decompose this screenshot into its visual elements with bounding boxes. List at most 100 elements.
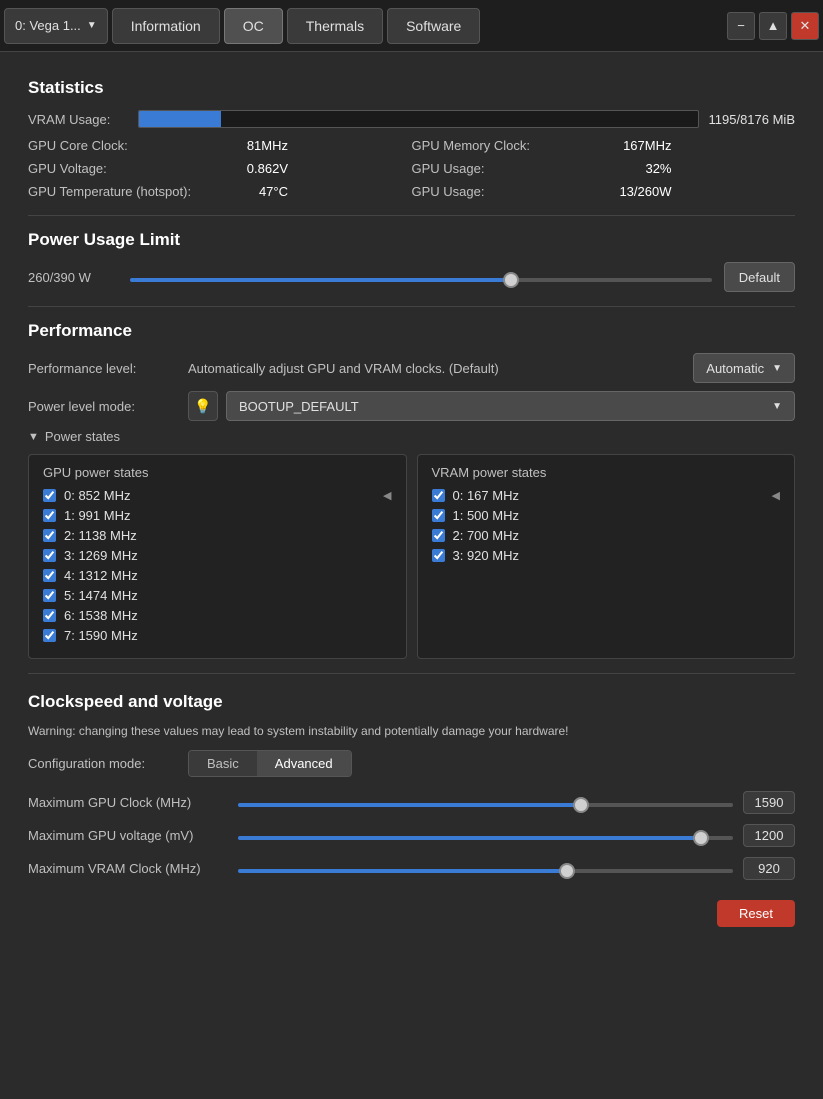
- max-gpu-voltage-slider[interactable]: [238, 836, 733, 840]
- power-slider[interactable]: [130, 278, 712, 282]
- vps3-checkbox[interactable]: [432, 549, 445, 562]
- power-mode-chevron: ▼: [772, 401, 782, 412]
- ps1-label: 1: 991 MHz: [64, 508, 130, 523]
- gpu-voltage-label: GPU Voltage:: [28, 161, 208, 176]
- perf-level-dropdown[interactable]: Automatic ▼: [693, 353, 795, 383]
- power-states-section: ▼ Power states GPU power states 0: 852 M…: [28, 429, 795, 659]
- power-mode-value: BOOTUP_DEFAULT: [239, 399, 359, 414]
- ps3-checkbox[interactable]: [43, 549, 56, 562]
- gpu-label: 0: Vega 1...: [15, 18, 81, 33]
- max-gpu-voltage-row: Maximum GPU voltage (mV) 1200: [28, 824, 795, 847]
- ps4-checkbox[interactable]: [43, 569, 56, 582]
- list-item: 1: 991 MHz: [43, 508, 392, 523]
- vps1-checkbox[interactable]: [432, 509, 445, 522]
- ps5-checkbox[interactable]: [43, 589, 56, 602]
- perf-level-value: Automatic: [706, 361, 764, 376]
- list-item: 0: 852 MHz ◀: [43, 488, 392, 503]
- performance-title: Performance: [28, 321, 795, 341]
- power-mode-row: Power level mode: 💡 BOOTUP_DEFAULT ▼: [28, 391, 795, 421]
- list-item: 3: 1269 MHz: [43, 548, 392, 563]
- list-item: 0: 167 MHz ◀: [432, 488, 781, 503]
- ps5-label: 5: 1474 MHz: [64, 588, 138, 603]
- main-content: Statistics VRAM Usage: 1195/8176 MiB GPU…: [0, 52, 823, 955]
- power-mode-dropdown[interactable]: BOOTUP_DEFAULT ▼: [226, 391, 795, 421]
- gpu-temp-label: GPU Temperature (hotspot):: [28, 184, 208, 199]
- ps0-checkbox[interactable]: [43, 489, 56, 502]
- ps1-checkbox[interactable]: [43, 509, 56, 522]
- max-gpu-clock-row: Maximum GPU Clock (MHz) 1590: [28, 791, 795, 814]
- gpu-temp-value: 47°C: [208, 184, 288, 199]
- advanced-mode-button[interactable]: Advanced: [257, 751, 351, 776]
- power-limit-title: Power Usage Limit: [28, 230, 795, 250]
- vps0-arrow: ◀: [772, 489, 780, 502]
- vram-power-states-box: VRAM power states 0: 167 MHz ◀ 1: 500 MH…: [417, 454, 796, 659]
- tab-thermals[interactable]: Thermals: [287, 8, 383, 44]
- vps2-checkbox[interactable]: [432, 529, 445, 542]
- ps6-checkbox[interactable]: [43, 609, 56, 622]
- max-gpu-clock-slider[interactable]: [238, 803, 733, 807]
- ps2-label: 2: 1138 MHz: [64, 528, 137, 543]
- vram-value: 1195/8176 MiB: [709, 112, 796, 127]
- ps7-checkbox[interactable]: [43, 629, 56, 642]
- gpu-voltage-row: GPU Voltage: 0.862V: [28, 159, 412, 178]
- gpu-selector[interactable]: 0: Vega 1... ▼: [4, 8, 108, 44]
- gpu-temp-row: GPU Temperature (hotspot): 47°C: [28, 182, 412, 201]
- perf-level-chevron: ▼: [772, 363, 782, 374]
- list-item: 3: 920 MHz: [432, 548, 781, 563]
- list-item: 6: 1538 MHz: [43, 608, 392, 623]
- maximize-button[interactable]: ▲: [759, 12, 787, 40]
- config-mode-row: Configuration mode: Basic Advanced: [28, 750, 795, 777]
- list-item: 7: 1590 MHz: [43, 628, 392, 643]
- power-mode-info-button[interactable]: 💡: [188, 391, 218, 421]
- gpu-core-clock-row: GPU Core Clock: 81MHz: [28, 136, 412, 155]
- statistics-title: Statistics: [28, 78, 795, 98]
- gpu-core-clock-value: 81MHz: [208, 138, 288, 153]
- ps3-label: 3: 1269 MHz: [64, 548, 138, 563]
- list-item: 4: 1312 MHz: [43, 568, 392, 583]
- list-item: 5: 1474 MHz: [43, 588, 392, 603]
- vps0-label: 0: 167 MHz: [453, 488, 519, 503]
- close-button[interactable]: ✕: [791, 12, 819, 40]
- max-vram-clock-slider[interactable]: [238, 869, 733, 873]
- power-limit-section: Power Usage Limit 260/390 W Default: [28, 230, 795, 292]
- ps2-checkbox[interactable]: [43, 529, 56, 542]
- tab-information[interactable]: Information: [112, 8, 220, 44]
- power-slider-label: 260/390 W: [28, 270, 118, 285]
- max-vram-clock-row: Maximum VRAM Clock (MHz) 920: [28, 857, 795, 880]
- gpu-dropdown-chevron: ▼: [87, 20, 97, 31]
- gpu-memory-clock-row: GPU Memory Clock: 167MHz: [412, 136, 796, 155]
- max-gpu-voltage-value: 1200: [743, 824, 795, 847]
- list-item: 2: 1138 MHz: [43, 528, 392, 543]
- vram-power-states-title: VRAM power states: [432, 465, 781, 480]
- vps0-checkbox[interactable]: [432, 489, 445, 502]
- list-item: 1: 500 MHz: [432, 508, 781, 523]
- statistics-section: Statistics VRAM Usage: 1195/8176 MiB GPU…: [28, 78, 795, 201]
- window-controls: − ▲ ✕: [727, 12, 819, 40]
- ps6-label: 6: 1538 MHz: [64, 608, 138, 623]
- gpu-memory-clock-value: 167MHz: [592, 138, 672, 153]
- gpu-usage2-row: GPU Usage: 13/260W: [412, 182, 796, 201]
- power-states-header[interactable]: ▼ Power states: [28, 429, 795, 444]
- perf-level-desc: Automatically adjust GPU and VRAM clocks…: [188, 361, 693, 376]
- perf-level-label: Performance level:: [28, 361, 188, 376]
- vram-bar-fill: [139, 111, 221, 127]
- default-button[interactable]: Default: [724, 262, 795, 292]
- reset-button[interactable]: Reset: [717, 900, 795, 927]
- gpu-usage1-value: 32%: [592, 161, 672, 176]
- max-gpu-voltage-label: Maximum GPU voltage (mV): [28, 828, 228, 843]
- vram-usage-row: VRAM Usage: 1195/8176 MiB: [28, 110, 795, 128]
- basic-mode-button[interactable]: Basic: [189, 751, 257, 776]
- tab-oc[interactable]: OC: [224, 8, 283, 44]
- minimize-button[interactable]: −: [727, 12, 755, 40]
- tab-software[interactable]: Software: [387, 8, 480, 44]
- vps2-label: 2: 700 MHz: [453, 528, 519, 543]
- gpu-usage1-label: GPU Usage:: [412, 161, 592, 176]
- vps3-label: 3: 920 MHz: [453, 548, 519, 563]
- power-states-label: Power states: [45, 429, 120, 444]
- max-gpu-voltage-slider-container: [238, 828, 733, 843]
- ps0-arrow: ◀: [383, 489, 391, 502]
- gpu-voltage-value: 0.862V: [208, 161, 288, 176]
- gpu-usage2-label: GPU Usage:: [412, 184, 592, 199]
- power-mode-label: Power level mode:: [28, 399, 188, 414]
- list-item: 2: 700 MHz: [432, 528, 781, 543]
